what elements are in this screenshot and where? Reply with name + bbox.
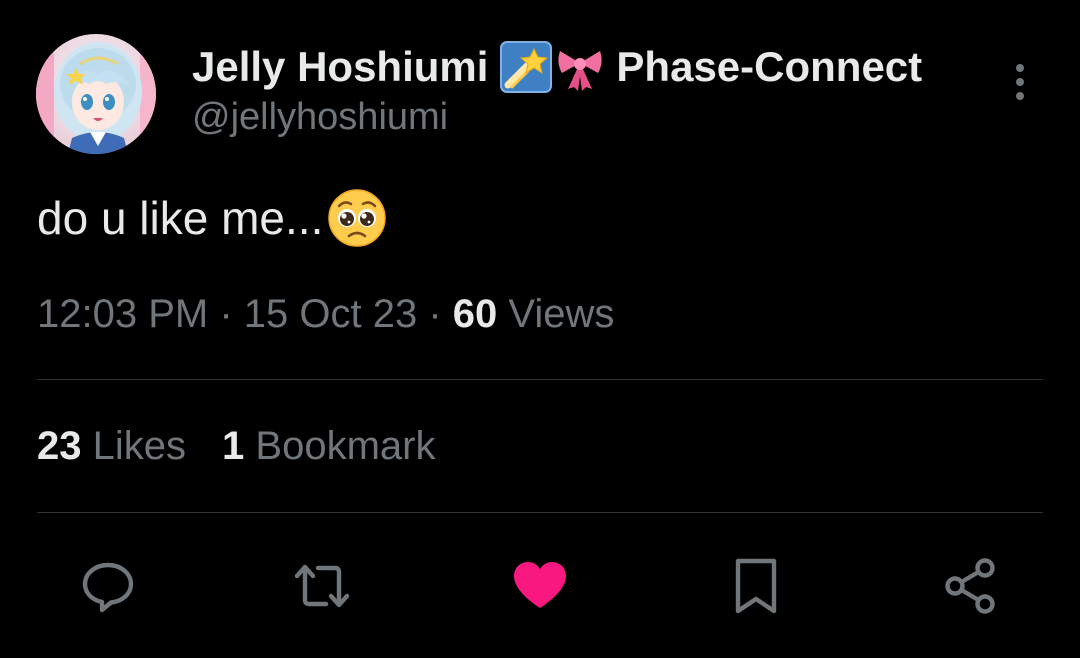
meta-separator: · [219, 292, 244, 336]
more-options-icon[interactable] [1004, 60, 1036, 104]
divider [37, 512, 1043, 513]
bookmarks-count: 1 [222, 424, 245, 468]
retweet-icon [292, 556, 352, 616]
likes-count: 23 [37, 424, 82, 468]
divider [37, 379, 1043, 380]
tweet-time[interactable]: 12:03 PM [37, 292, 208, 336]
meta-separator: · [428, 292, 453, 336]
likes-label: Likes [92, 424, 187, 468]
share-icon [940, 556, 1000, 616]
reply-button[interactable] [78, 556, 138, 616]
bookmarks-stat[interactable]: 1 Bookmark [222, 424, 435, 468]
views-label: Views [508, 292, 615, 336]
tweet-text: do u like me... [37, 186, 387, 250]
retweet-button[interactable] [292, 556, 352, 616]
affiliation-label: Phase-Connect [616, 43, 923, 90]
display-name-row[interactable]: Jelly Hoshiumi Phase-Connect [192, 40, 922, 94]
heart-icon [510, 556, 570, 616]
share-button[interactable] [940, 556, 1000, 616]
pleading-face-emoji [327, 188, 387, 248]
bookmark-button[interactable] [726, 556, 786, 616]
views-count: 60 [452, 292, 498, 336]
author-handle[interactable]: @jellyhoshiumi [192, 96, 448, 139]
like-button[interactable] [510, 556, 570, 616]
tweet-meta: 12:03 PM · 15 Oct 23 · 60 Views [37, 292, 614, 337]
tweet-stats: 23 Likes 1 Bookmark [37, 424, 435, 469]
shooting-star-emoji [500, 41, 553, 93]
display-name[interactable]: Jelly Hoshiumi [192, 43, 488, 91]
likes-stat[interactable]: 23 Likes [37, 424, 186, 468]
bookmarks-label: Bookmark [255, 424, 436, 468]
reply-icon [78, 556, 138, 616]
tweet-date[interactable]: 15 Oct 23 [244, 292, 417, 336]
tweet-body: do u like me... [37, 192, 324, 244]
ribbon-emoji [554, 41, 606, 93]
avatar[interactable] [36, 34, 156, 154]
bookmark-icon [726, 556, 786, 616]
